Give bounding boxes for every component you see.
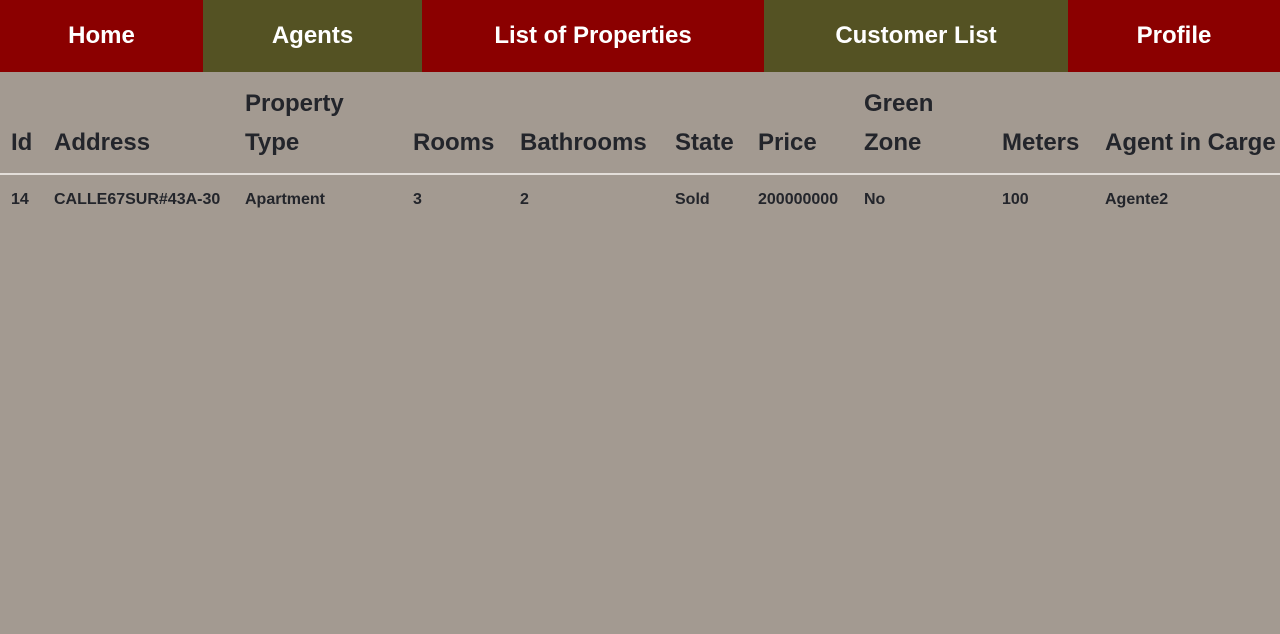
nav-home[interactable]: Home [0, 0, 203, 72]
cell-property-type: Apartment [245, 191, 326, 208]
cell-rooms: 3 [413, 191, 422, 208]
nav-customer-list[interactable]: Customer List [764, 0, 1068, 72]
table-row: 14 CALLE67SUR#43A-30 Apartment 3 2 Sold … [0, 174, 1280, 212]
header-state: State [664, 72, 747, 175]
cell-green-zone: No [864, 191, 886, 208]
table-header-row: Id Address Property Type Rooms Bathrooms… [0, 72, 1280, 175]
cell-price: 200000000 [758, 191, 839, 208]
top-navigation: Home Agents List of Properties Customer … [0, 0, 1280, 72]
cell-meters: 100 [1002, 191, 1029, 208]
header-address: Address [43, 72, 234, 175]
header-bathrooms: Bathrooms [509, 72, 664, 175]
header-agent-in-carge: Agent in Carge [1094, 72, 1280, 175]
cell-bathrooms: 2 [520, 191, 529, 208]
header-property-type: Property Type [234, 72, 402, 175]
nav-agents[interactable]: Agents [203, 0, 422, 72]
header-green-zone: Green Zone [853, 72, 991, 175]
properties-table: Id Address Property Type Rooms Bathrooms… [0, 72, 1280, 212]
header-id: Id [0, 72, 43, 175]
cell-address: CALLE67SUR#43A-30 [54, 191, 221, 208]
nav-list-of-properties[interactable]: List of Properties [422, 0, 764, 72]
cell-id: 14 [11, 191, 29, 208]
nav-profile[interactable]: Profile [1068, 0, 1280, 72]
cell-state: Sold [675, 191, 710, 208]
header-rooms: Rooms [402, 72, 509, 175]
header-meters: Meters [991, 72, 1094, 175]
header-price: Price [747, 72, 853, 175]
cell-agent-in-carge: Agente2 [1105, 191, 1169, 208]
